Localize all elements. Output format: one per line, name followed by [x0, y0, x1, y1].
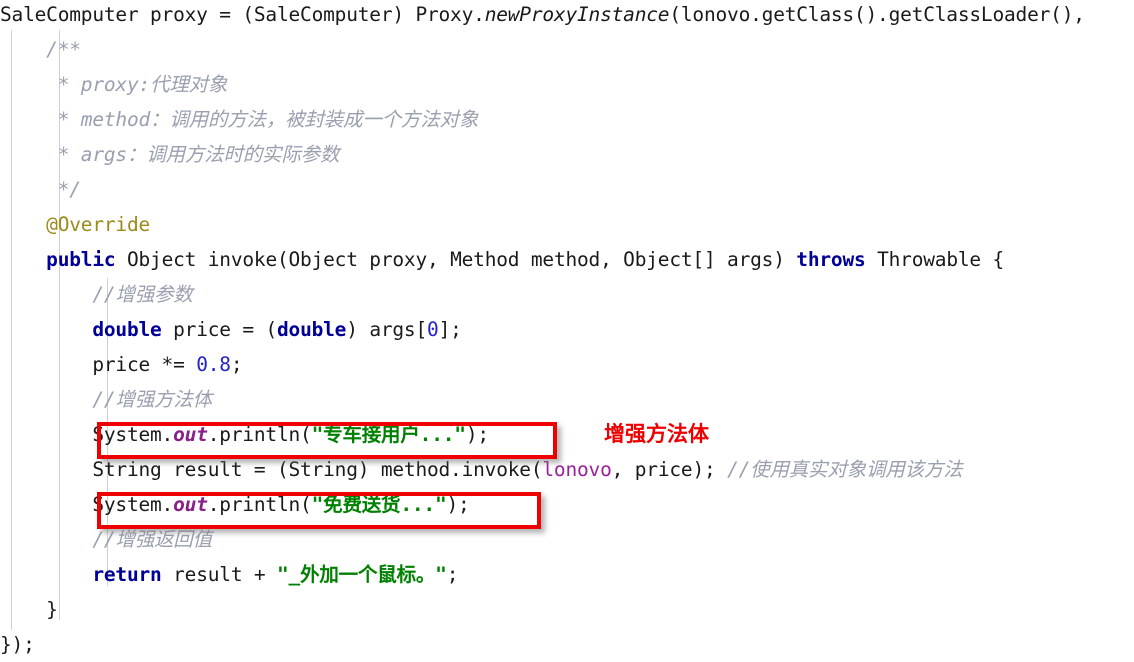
code-line-3[interactable]: * proxy:代理对象 — [0, 67, 1134, 102]
code-token-comment: //增强返回值 — [92, 528, 212, 551]
code-line-12[interactable]: //增强方法体 — [0, 382, 1134, 417]
code-token: System. — [0, 423, 174, 446]
code-token-keyword: double — [276, 318, 347, 341]
code-token-comment: //增强方法体 — [92, 388, 212, 411]
code-token: result + — [161, 563, 277, 586]
code-line-9[interactable]: //增强参数 — [0, 277, 1134, 312]
code-token-annotation: @Override — [46, 213, 151, 236]
code-token-javadoc: * args：调用方法时的实际参数 — [0, 143, 340, 166]
code-token: .println( — [207, 493, 312, 516]
code-line-10[interactable]: double price = (double) args[0]; — [0, 312, 1134, 347]
code-line-2[interactable]: /** — [0, 32, 1134, 67]
code-line-15[interactable]: System.out.println("免费送货..."); — [0, 487, 1134, 522]
code-token-javadoc: */ — [0, 178, 81, 201]
code-token: price *= — [0, 353, 197, 376]
code-line-16[interactable]: //增强返回值 — [0, 522, 1134, 557]
code-token-javadoc: * proxy:代理对象 — [0, 73, 228, 96]
code-line-8[interactable]: public Object invoke(Object proxy, Metho… — [0, 242, 1134, 277]
code-token-static-field: out — [173, 423, 208, 446]
code-token-javadoc: /** — [0, 38, 81, 61]
code-editor-viewport: SaleComputer proxy = (SaleComputer) Prox… — [0, 0, 1134, 662]
code-token: }); — [0, 633, 35, 656]
code-token: price = ( — [161, 318, 277, 341]
code-token-string: "_外加一个鼠标。" — [276, 563, 447, 586]
code-token: ; — [230, 353, 243, 376]
code-token-number: 0.8 — [196, 353, 231, 376]
code-token: System. — [0, 493, 174, 516]
code-token: , — [611, 458, 635, 481]
code-token: ; — [446, 563, 459, 586]
code-token: ); — [465, 423, 489, 446]
code-token-keyword: double — [92, 318, 162, 341]
code-token-keyword: throws — [796, 248, 866, 271]
annotation-label-enhanced-method-body: 增强方法体 — [604, 422, 709, 446]
code-token: (lonovo.getClass().getClassLoader(), — [669, 3, 1085, 26]
code-line-19[interactable]: }); — [0, 627, 1134, 662]
code-token-comment: //增强参数 — [92, 283, 193, 306]
code-token-string: "专车接用户..." — [311, 423, 466, 446]
code-token: Throwable { — [865, 248, 1005, 271]
code-token-keyword: return — [92, 563, 162, 586]
code-token-keyword: public — [46, 248, 116, 271]
code-token: ); — [692, 458, 728, 481]
code-line-17[interactable]: return result + "_外加一个鼠标。"; — [0, 557, 1134, 592]
code-token-static-field: out — [173, 493, 208, 516]
code-token: String result = (String) method.invoke( — [0, 458, 543, 481]
code-line-5[interactable]: * args：调用方法时的实际参数 — [0, 137, 1134, 172]
code-line-14[interactable]: String result = (String) method.invoke(l… — [0, 452, 1134, 487]
code-token-javadoc: * method：调用的方法，被封装成一个方法对象 — [0, 108, 479, 131]
code-token: SaleComputer proxy = (SaleComputer) Prox… — [0, 3, 485, 26]
code-token-field: lonovo — [542, 458, 612, 481]
code-token-variable: price — [634, 458, 693, 481]
code-token: Object invoke(Object proxy, Method metho… — [115, 248, 797, 271]
code-line-6[interactable]: */ — [0, 172, 1134, 207]
code-token: } — [0, 598, 58, 621]
code-token: ]; — [438, 318, 462, 341]
code-token-string: "免费送货..." — [311, 493, 447, 516]
code-line-7[interactable]: @Override — [0, 207, 1134, 242]
code-line-11[interactable]: price *= 0.8; — [0, 347, 1134, 382]
code-line-4[interactable]: * method：调用的方法，被封装成一个方法对象 — [0, 102, 1134, 137]
code-token: ); — [446, 493, 470, 516]
code-token-comment: //使用真实对象调用该方法 — [727, 458, 963, 481]
code-token-number: 0 — [427, 318, 439, 341]
code-token: .println( — [207, 423, 312, 446]
code-line-13[interactable]: System.out.println("专车接用户..."); — [0, 417, 1134, 452]
code-token-static-method: newProxyInstance — [484, 3, 670, 26]
code-line-18[interactable]: } — [0, 592, 1134, 627]
code-line-1[interactable]: SaleComputer proxy = (SaleComputer) Prox… — [0, 0, 1134, 32]
code-token: ) args[ — [346, 318, 428, 341]
